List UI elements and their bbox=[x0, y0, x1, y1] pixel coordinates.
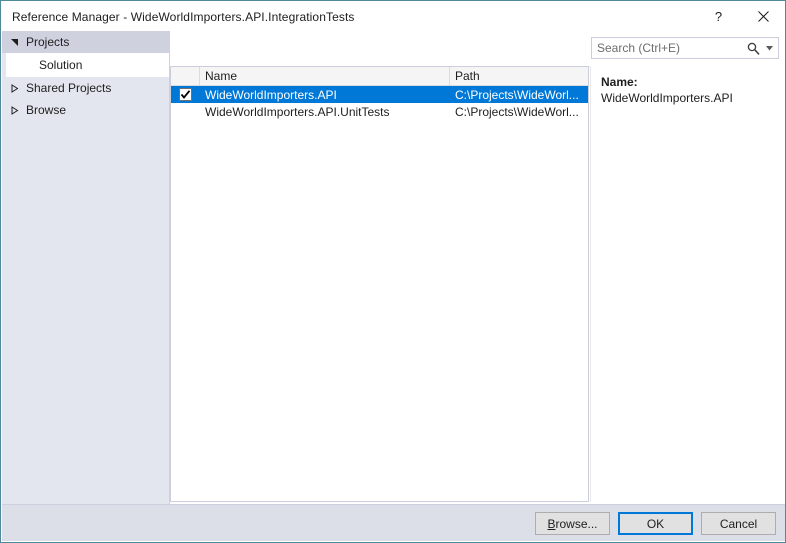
sidebar-item-label: Projects bbox=[26, 35, 70, 49]
sidebar-item-projects[interactable]: Projects bbox=[2, 31, 169, 53]
browse-button[interactable]: Browse... bbox=[535, 512, 610, 535]
sidebar-item-label: Solution bbox=[39, 58, 83, 72]
row-name: WideWorldImporters.API bbox=[205, 87, 337, 102]
table-row[interactable]: WideWorldImporters.API.UnitTests C:\Proj… bbox=[171, 103, 588, 120]
search-input[interactable]: Search (Ctrl+E) bbox=[592, 41, 743, 55]
cancel-button[interactable]: Cancel bbox=[701, 512, 776, 535]
column-header-checkbox[interactable] bbox=[171, 67, 200, 85]
browse-label-rest: rowse... bbox=[555, 516, 598, 531]
close-glyph bbox=[758, 11, 769, 22]
details-panel: Name: WideWorldImporters.API bbox=[590, 66, 779, 502]
row-name: WideWorldImporters.API.UnitTests bbox=[205, 104, 390, 119]
sidebar-item-solution[interactable]: Solution bbox=[2, 53, 169, 77]
details-name-value: WideWorldImporters.API bbox=[601, 91, 733, 105]
sidebar: Projects Solution Shared Projects Browse bbox=[2, 31, 170, 507]
column-header-path[interactable]: Path bbox=[450, 67, 588, 85]
column-header-name[interactable]: Name bbox=[200, 67, 450, 85]
reference-manager-dialog: Reference Manager - WideWorldImporters.A… bbox=[0, 0, 786, 543]
details-name-label: Name: bbox=[601, 75, 638, 89]
window-title: Reference Manager - WideWorldImporters.A… bbox=[12, 9, 355, 24]
triangle-down-icon bbox=[10, 38, 26, 47]
checkbox-unchecked-icon[interactable] bbox=[179, 105, 192, 118]
search-box[interactable]: Search (Ctrl+E) bbox=[591, 37, 779, 59]
sidebar-item-label: Shared Projects bbox=[26, 81, 112, 95]
close-icon[interactable] bbox=[741, 2, 785, 31]
title-bar[interactable]: Reference Manager - WideWorldImporters.A… bbox=[2, 2, 785, 31]
help-icon[interactable]: ? bbox=[696, 2, 741, 31]
row-checkbox[interactable] bbox=[171, 105, 200, 118]
table-row[interactable]: WideWorldImporters.API C:\Projects\WideW… bbox=[171, 86, 588, 103]
list-header-row: Name Path bbox=[171, 67, 588, 86]
reference-list: Name Path WideWorldImporters.API C:\Proj… bbox=[170, 66, 589, 502]
help-glyph: ? bbox=[714, 9, 723, 24]
chevron-down-icon[interactable] bbox=[763, 45, 778, 51]
ok-button[interactable]: OK bbox=[618, 512, 693, 535]
row-path: C:\Projects\WideWorl... bbox=[455, 104, 579, 119]
caption-button-group: ? bbox=[696, 2, 785, 31]
triangle-right-icon bbox=[10, 83, 26, 93]
dialog-footer: Browse... OK Cancel bbox=[2, 504, 785, 541]
row-checkbox[interactable] bbox=[171, 88, 200, 101]
row-path: C:\Projects\WideWorl... bbox=[455, 87, 579, 102]
search-icon[interactable] bbox=[743, 42, 763, 55]
sidebar-item-shared-projects[interactable]: Shared Projects bbox=[2, 77, 169, 99]
sidebar-item-browse[interactable]: Browse bbox=[2, 99, 169, 121]
checkbox-checked-icon[interactable] bbox=[179, 88, 192, 101]
sidebar-item-label: Browse bbox=[26, 103, 67, 117]
browse-mnemonic: B bbox=[547, 516, 556, 531]
triangle-right-icon bbox=[10, 105, 26, 115]
